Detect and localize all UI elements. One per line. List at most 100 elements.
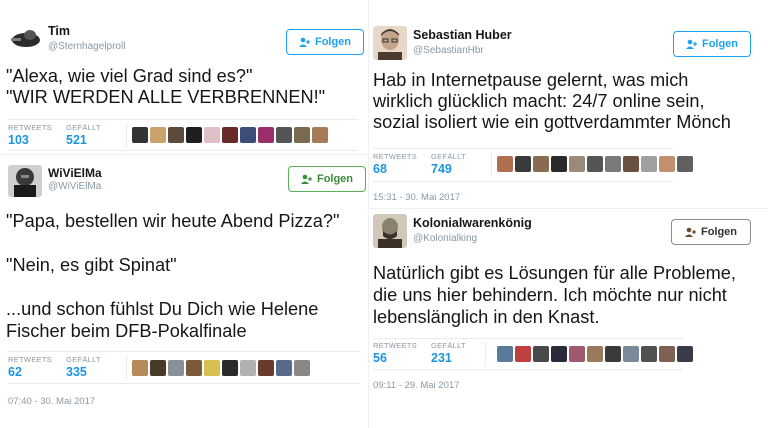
- retweets-count: 56: [373, 351, 387, 365]
- liker-avatar[interactable]: [641, 346, 657, 362]
- liker-avatar[interactable]: [551, 156, 567, 172]
- follow-button[interactable]: Folgen: [288, 166, 366, 192]
- liker-avatar[interactable]: [132, 127, 148, 143]
- avatar-wivielma[interactable]: [8, 165, 42, 197]
- liker-avatar[interactable]: [587, 346, 603, 362]
- stats-bottom-border: [8, 150, 358, 151]
- add-user-icon: [298, 37, 310, 47]
- liker-avatar[interactable]: [240, 127, 256, 143]
- retweets-label: RETWEETS: [373, 341, 418, 350]
- tweet-tim: Tim @Sternhagelproll Folgen "Alexa, wie …: [6, 22, 368, 152]
- user-handle[interactable]: @WiViElMa: [48, 181, 101, 192]
- tweet-line: Fischer beim DFB-Pokalfinale: [6, 321, 247, 341]
- likers-avatars: [497, 156, 693, 172]
- follow-label: Folgen: [314, 36, 352, 48]
- liker-avatar[interactable]: [677, 156, 693, 172]
- liker-avatar[interactable]: [623, 346, 639, 362]
- avatar-sebastian[interactable]: [373, 26, 407, 60]
- liker-avatar[interactable]: [312, 127, 328, 143]
- liker-avatar[interactable]: [276, 127, 292, 143]
- retweets-count: 62: [8, 365, 22, 379]
- tweet-wivielma: WiViElMa @WiViElMa Folgen "Papa, bestell…: [6, 160, 370, 420]
- tweet-line: die uns hier behindern. Ich möchte nur n…: [373, 285, 727, 305]
- liker-avatar[interactable]: [240, 360, 256, 376]
- avatar-kolonial[interactable]: [373, 214, 407, 248]
- liker-avatar[interactable]: [569, 346, 585, 362]
- liker-avatar[interactable]: [276, 360, 292, 376]
- user-name[interactable]: Sebastian Huber: [413, 28, 512, 42]
- stats-bottom-border: [373, 181, 673, 182]
- liker-avatar[interactable]: [204, 360, 220, 376]
- retweets-count: 103: [8, 133, 29, 147]
- liker-avatar[interactable]: [222, 127, 238, 143]
- liker-avatar[interactable]: [497, 346, 513, 362]
- user-name[interactable]: Tim: [48, 24, 70, 38]
- liker-avatar[interactable]: [641, 156, 657, 172]
- liker-avatar[interactable]: [186, 127, 202, 143]
- tweet-line: [6, 276, 339, 298]
- avatar-tim[interactable]: [8, 24, 44, 50]
- add-user-icon: [684, 227, 696, 237]
- tweet-text: Natürlich gibt es Lösungen für alle Prob…: [373, 262, 736, 328]
- tweet-kolonial: Kolonialwarenkönig @Kolonialking Folgen …: [373, 214, 763, 424]
- tweet-timestamp[interactable]: 07:40 - 30. Mai 2017: [8, 396, 95, 407]
- likes-stat[interactable]: GEFÄLLT 335: [66, 355, 101, 379]
- liker-avatar[interactable]: [515, 156, 531, 172]
- liker-avatar[interactable]: [659, 156, 675, 172]
- user-handle[interactable]: @SebastianHbr: [413, 45, 484, 56]
- liker-avatar[interactable]: [533, 156, 549, 172]
- stats-top-border: [8, 351, 360, 352]
- retweets-stat[interactable]: RETWEETS 103: [8, 123, 52, 147]
- retweets-stat[interactable]: RETWEETS 56: [373, 341, 417, 365]
- liker-avatar[interactable]: [659, 346, 675, 362]
- liker-avatar[interactable]: [605, 346, 621, 362]
- retweets-stat[interactable]: RETWEETS 62: [8, 355, 52, 379]
- liker-avatar[interactable]: [294, 127, 310, 143]
- liker-avatar[interactable]: [258, 127, 274, 143]
- liker-avatar[interactable]: [533, 346, 549, 362]
- likes-stat[interactable]: GEFÄLLT 749: [431, 152, 466, 176]
- tweet-line: sozial isoliert wie ein gottverdammter M…: [373, 112, 731, 132]
- follow-button[interactable]: Folgen: [671, 219, 751, 245]
- stats-top-border: [8, 119, 358, 120]
- liker-avatar[interactable]: [605, 156, 621, 172]
- liker-avatar[interactable]: [168, 127, 184, 143]
- tweet-line: Hab in Internetpause gelernt, was mich: [373, 70, 689, 90]
- liker-avatar[interactable]: [551, 346, 567, 362]
- likes-count: 749: [431, 162, 452, 176]
- tweet-line: "Papa, bestellen wir heute Abend Pizza?": [6, 211, 340, 231]
- liker-avatar[interactable]: [168, 360, 184, 376]
- liker-avatar[interactable]: [515, 346, 531, 362]
- liker-avatar[interactable]: [150, 360, 166, 376]
- liker-avatar[interactable]: [258, 360, 274, 376]
- retweets-stat[interactable]: RETWEETS 68: [373, 152, 417, 176]
- follow-button[interactable]: Folgen: [673, 31, 751, 57]
- liker-avatar[interactable]: [150, 127, 166, 143]
- follow-button[interactable]: Folgen: [286, 29, 364, 55]
- tweet-timestamp[interactable]: 09:11 - 29. Mai 2017: [373, 380, 459, 391]
- stats-separator: [126, 123, 127, 147]
- liker-avatar[interactable]: [587, 156, 603, 172]
- tweet-timestamp[interactable]: 15:31 - 30. Mai 2017: [373, 192, 460, 203]
- liker-avatar[interactable]: [204, 127, 220, 143]
- stats-separator: [485, 341, 486, 365]
- user-name[interactable]: WiViElMa: [48, 166, 102, 180]
- follow-label: Folgen: [701, 38, 739, 50]
- horizontal-divider: [0, 154, 368, 155]
- liker-avatar[interactable]: [294, 360, 310, 376]
- user-handle[interactable]: @Kolonialking: [413, 233, 477, 244]
- likes-stat[interactable]: GEFÄLLT 231: [431, 341, 466, 365]
- likes-stat[interactable]: GEFÄLLT 521: [66, 123, 101, 147]
- liker-avatar[interactable]: [677, 346, 693, 362]
- liker-avatar[interactable]: [222, 360, 238, 376]
- liker-avatar[interactable]: [132, 360, 148, 376]
- liker-avatar[interactable]: [569, 156, 585, 172]
- liker-avatar[interactable]: [623, 156, 639, 172]
- liker-avatar[interactable]: [497, 156, 513, 172]
- retweets-label: RETWEETS: [8, 355, 53, 364]
- likes-label: GEFÄLLT: [431, 152, 466, 161]
- liker-avatar[interactable]: [186, 360, 202, 376]
- user-handle[interactable]: @Sternhagelproll: [48, 41, 125, 52]
- user-name[interactable]: Kolonialwarenkönig: [413, 216, 532, 230]
- retweets-label: RETWEETS: [8, 123, 53, 132]
